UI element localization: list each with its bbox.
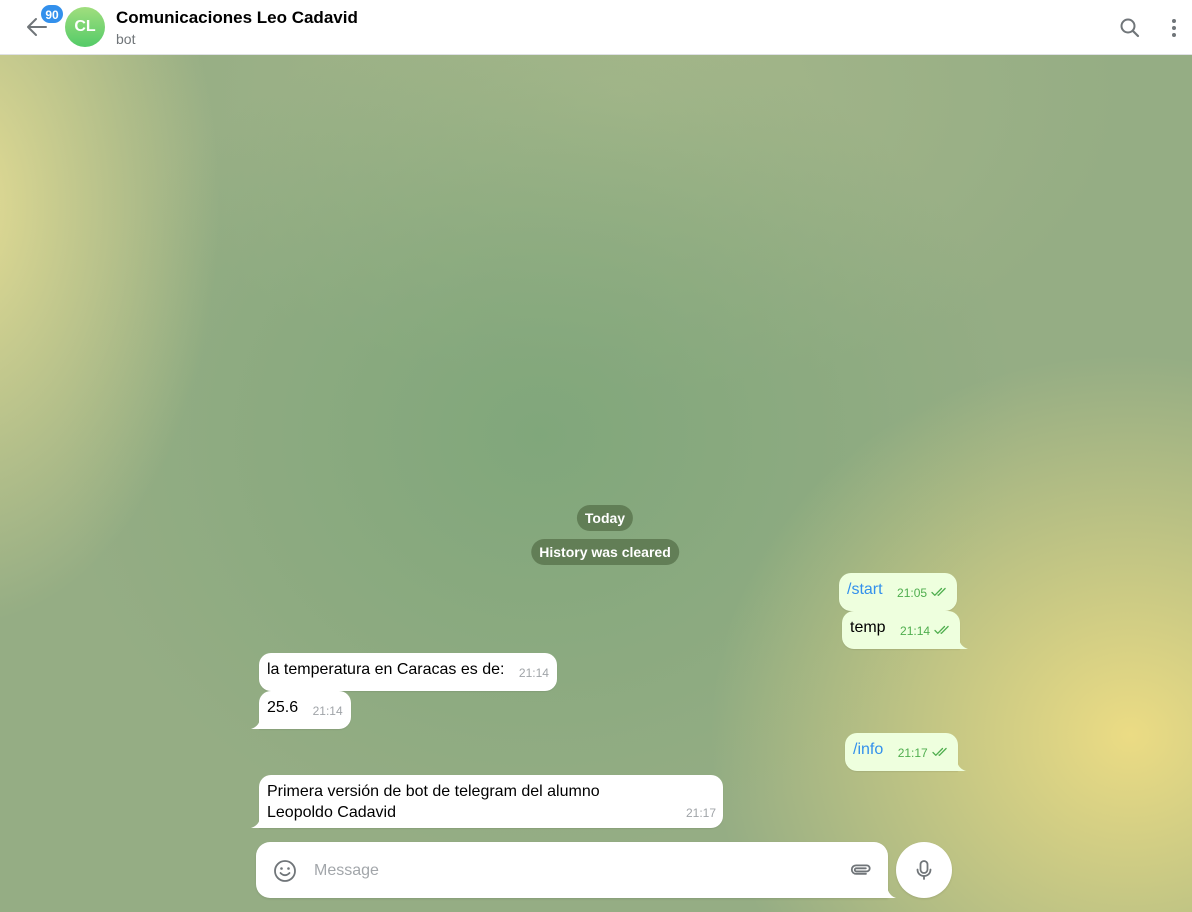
message-composer [256, 842, 896, 898]
message-time: 21:17 [685, 806, 716, 820]
emoji-button[interactable] [272, 858, 298, 884]
avatar[interactable]: CL [65, 7, 105, 47]
message-text: 25.6 [267, 699, 299, 716]
message-bubble-outgoing[interactable]: /info 21:17 [845, 733, 967, 771]
double-check-icon [934, 625, 950, 634]
search-button[interactable] [1116, 14, 1144, 42]
bubble-tail [251, 717, 260, 729]
message-bubble-incoming[interactable]: la temperatura en Caracas es de: 21:14 [259, 653, 557, 691]
message-input[interactable] [312, 854, 836, 888]
more-vertical-icon [1172, 19, 1176, 37]
emoji-icon [274, 860, 296, 882]
message-time: 21:14 [518, 666, 549, 680]
message-meta: 21:17 [898, 743, 950, 764]
unread-badge: 90 [40, 4, 64, 24]
message-time: 21:14 [312, 704, 343, 718]
message-meta: 21:14 [900, 621, 952, 642]
message-text: la temperatura en Caracas es de: [267, 661, 505, 678]
search-icon [1120, 18, 1140, 38]
message-bubble-outgoing[interactable]: temp 21:14 [842, 611, 969, 649]
attach-button[interactable] [848, 858, 874, 884]
composer-tail [887, 884, 896, 898]
history-cleared-notice: History was cleared [531, 539, 679, 565]
bot-command-link[interactable]: /start [847, 581, 883, 598]
message-time: 21:14 [900, 624, 931, 638]
paperclip-icon [850, 864, 871, 875]
chat-title[interactable]: Comunicaciones Leo Cadavid [116, 8, 358, 28]
bubble-tail [959, 637, 969, 649]
date-separator: Today [576, 505, 634, 531]
message-text: Primera versión de bot de telegram del a… [267, 783, 600, 821]
chat-header: 90 CL Comunicaciones Leo Cadavid bot [0, 0, 1192, 55]
message-text: temp [850, 619, 886, 636]
voice-record-button[interactable] [896, 842, 952, 898]
message-bubble-outgoing[interactable]: /start 21:05 [839, 573, 958, 611]
bot-command-link[interactable]: /info [853, 741, 883, 758]
message-meta: 21:05 [897, 583, 949, 604]
message-bubble-incoming[interactable]: Primera versión de bot de telegram del a… [251, 775, 723, 828]
message-bubble-incoming[interactable]: 25.6 21:14 [251, 691, 351, 729]
double-check-icon [931, 587, 947, 596]
double-check-icon [932, 747, 947, 756]
message-time: 21:17 [897, 746, 928, 760]
message-time: 21:05 [897, 586, 928, 600]
bubble-tail [957, 759, 967, 771]
microphone-icon [916, 860, 932, 880]
more-menu-button[interactable] [1160, 14, 1188, 42]
chat-status: bot [116, 31, 136, 47]
bubble-tail [251, 816, 260, 828]
